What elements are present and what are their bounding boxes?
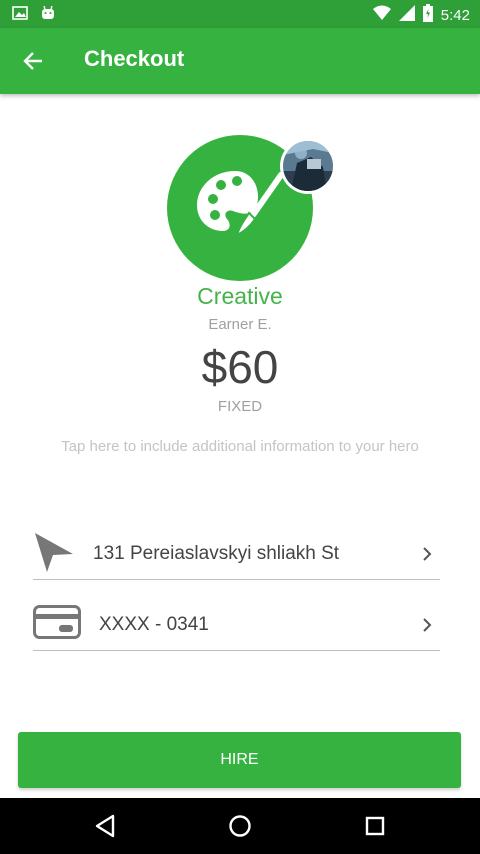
payment-row[interactable]: XXXX - 0341 bbox=[33, 601, 440, 651]
additional-info-link[interactable]: Tap here to include additional informati… bbox=[30, 438, 450, 455]
system-nav-bar bbox=[0, 798, 480, 854]
arrow-left-icon bbox=[23, 52, 42, 70]
credit-card-icon bbox=[33, 605, 81, 643]
recents-square-icon bbox=[365, 816, 385, 836]
address-text: 131 Pereiaslavskyi shliakh St bbox=[93, 543, 340, 564]
back-button[interactable] bbox=[16, 44, 50, 78]
category-label: Creative bbox=[197, 283, 283, 309]
battery-icon bbox=[422, 4, 433, 26]
status-bar: 5:42 bbox=[0, 0, 480, 28]
page-title: Checkout bbox=[84, 46, 185, 71]
nav-back-button[interactable] bbox=[91, 812, 119, 840]
app-bar: Checkout bbox=[0, 28, 480, 94]
palette-icon bbox=[197, 171, 284, 237]
location-arrow-icon bbox=[33, 530, 75, 576]
price-amount: $60 bbox=[201, 341, 279, 393]
card-number: XXXX - 0341 bbox=[99, 614, 209, 635]
nav-home-button[interactable] bbox=[226, 812, 254, 840]
signal-icon bbox=[398, 5, 415, 25]
chevron-right-icon bbox=[422, 617, 432, 637]
address-row[interactable]: 131 Pereiaslavskyi shliakh St bbox=[33, 530, 440, 580]
back-triangle-icon bbox=[95, 814, 115, 838]
chevron-right-icon bbox=[422, 546, 432, 566]
avatar bbox=[280, 138, 336, 194]
nav-recents-button[interactable] bbox=[361, 812, 389, 840]
wifi-icon bbox=[372, 5, 391, 25]
android-icon bbox=[40, 5, 56, 25]
price-type: FIXED bbox=[217, 398, 263, 415]
image-icon bbox=[12, 5, 28, 25]
home-circle-icon bbox=[229, 815, 251, 837]
hire-button[interactable]: HIRE bbox=[18, 732, 461, 788]
status-time: 5:42 bbox=[440, 6, 470, 24]
earner-name: Earner E. bbox=[208, 316, 272, 333]
